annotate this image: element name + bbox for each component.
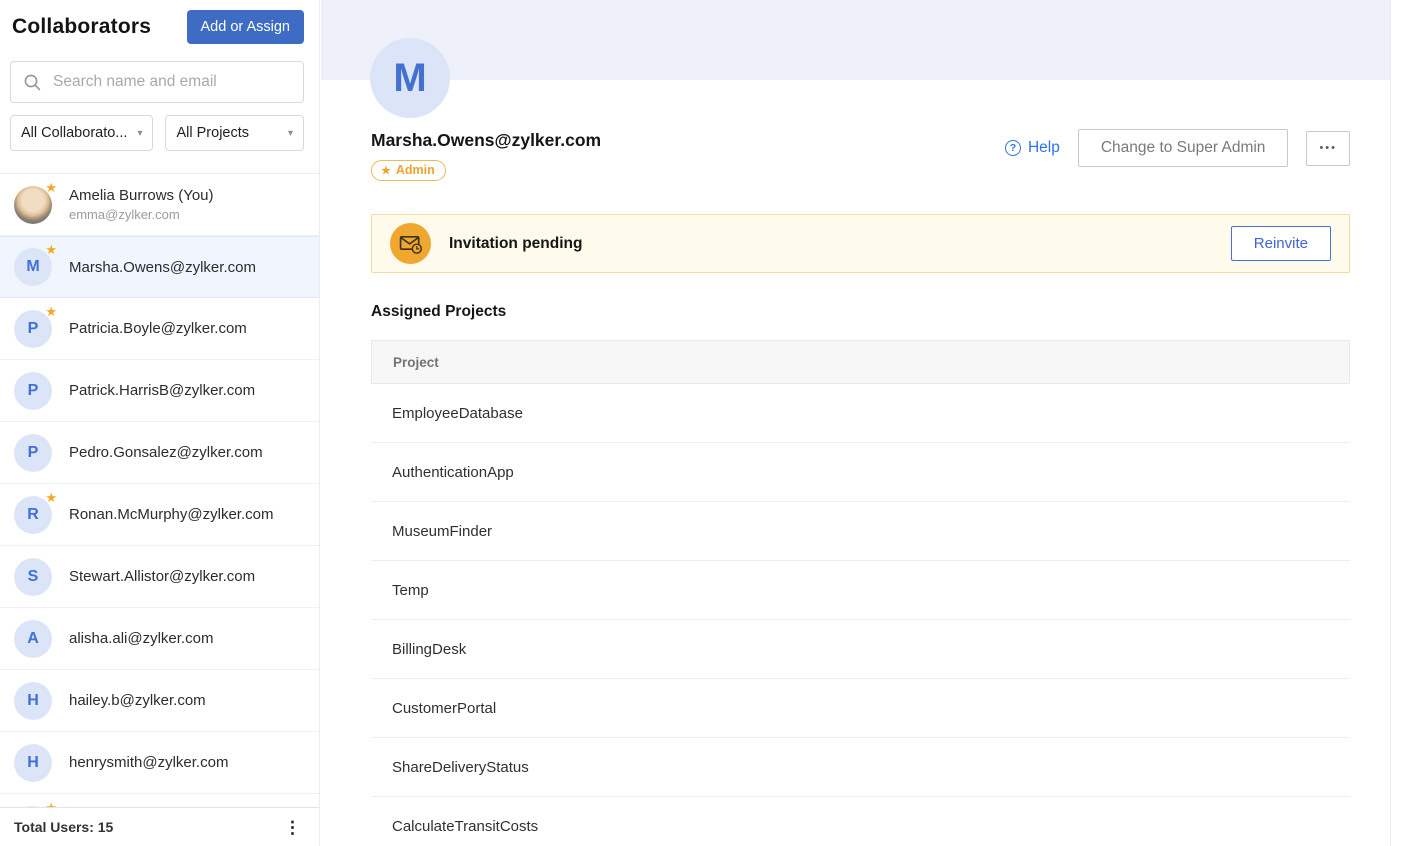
user-name: Ronan.McMurphy@zylker.com [69,506,273,523]
admin-badge-label: Admin [396,163,435,177]
admin-badge: ★ Admin [371,160,446,181]
search-icon [23,73,41,91]
project-row[interactable]: BillingDesk [371,620,1350,679]
avatar-initial: A [27,630,39,648]
avatar-initial: P [28,444,39,462]
user-name: Pedro.Gonsalez@zylker.com [69,444,263,461]
collaborator-filter-dropdown[interactable]: All Collaborato... ▾ [10,115,153,151]
help-icon: ? [1005,140,1021,156]
collaborator-list-item[interactable]: R ★ Ronan.McMurphy@zylker.com [0,484,319,546]
page-title: Collaborators [12,15,151,39]
detail-header: Marsha.Owens@zylker.com ★ Admin [371,130,601,181]
avatar: P ★ [14,372,52,410]
user-name: Amelia Burrows (You) [69,187,214,204]
project-row[interactable]: EmployeeDatabase [371,384,1350,443]
header-band [321,0,1390,80]
collaborator-list-item[interactable]: H ★ henrysmith@zylker.com [0,732,319,794]
collaborator-list-item[interactable]: A ★ alisha.ali@zylker.com [0,608,319,670]
reinvite-button[interactable]: Reinvite [1231,226,1331,261]
project-row[interactable]: MuseumFinder [371,502,1350,561]
star-icon: ★ [381,164,391,177]
collaborator-list-item[interactable]: M ★ Marsha.Owens@zylker.com [0,236,319,298]
avatar-initial: H [27,754,39,772]
sidebar-header: Collaborators Add or Assign [0,0,319,44]
star-icon: ★ [45,304,57,320]
star-icon: ★ [45,180,57,196]
collaborators-sidebar: Collaborators Add or Assign All Collabor… [0,0,320,846]
right-gutter [1390,0,1402,846]
collaborator-list-item[interactable]: H ★ hailey.b@zylker.com [0,670,319,732]
add-or-assign-button[interactable]: Add or Assign [187,10,304,44]
project-row[interactable]: Temp [371,561,1350,620]
detail-actions: ? Help Change to Super Admin ••• [1005,128,1350,168]
avatar: P ★ [14,310,52,348]
avatar: H ★ [14,744,52,782]
avatar: ★ [14,186,52,224]
assigned-projects-heading: Assigned Projects [371,303,506,321]
collaborator-list-item[interactable]: P ★ Patrick.HarrisB@zylker.com [0,360,319,422]
avatar: A ★ [14,620,52,658]
ellipsis-icon: ••• [1319,142,1337,154]
user-name: Patrick.HarrisB@zylker.com [69,382,255,399]
project-column-header: Project [371,340,1350,384]
chevron-down-icon: ▾ [137,128,142,139]
avatar-initial: S [28,568,39,586]
search-input[interactable] [51,72,291,92]
avatar: M ★ [14,248,52,286]
star-icon: ★ [45,490,57,506]
user-name: henrysmith@zylker.com [69,754,228,771]
collaborator-filter-value: All Collaborato... [21,125,127,141]
collaborator-list-item[interactable]: P ★ Pedro.Gonsalez@zylker.com [0,422,319,484]
star-icon: ★ [45,800,57,808]
chevron-down-icon: ▾ [288,128,293,139]
avatar-initial: P [28,320,39,338]
project-rows: EmployeeDatabase AuthenticationApp Museu… [371,384,1350,846]
user-name: Stewart.Allistor@zylker.com [69,568,255,585]
avatar: R ★ [14,496,52,534]
collaborator-email-title: Marsha.Owens@zylker.com [371,130,601,151]
project-row[interactable]: CalculateTransitCosts [371,797,1350,846]
sidebar-footer: Total Users: 15 ⋮ [0,807,319,846]
project-filter-value: All Projects [176,125,249,141]
avatar: P ★ [14,434,52,472]
avatar-initial: P [28,382,39,400]
user-name: hailey.b@zylker.com [69,692,206,709]
user-name: alisha.ali@zylker.com [69,630,213,647]
avatar-initial: R [27,506,39,524]
help-link[interactable]: ? Help [1005,139,1060,157]
collaborator-list: ★ Amelia Burrows (You) emma@zylker.com M… [0,173,319,807]
mail-pending-icon [390,223,431,264]
avatar: S ★ [14,558,52,596]
project-filter-dropdown[interactable]: All Projects ▾ [165,115,304,151]
change-to-super-admin-button[interactable]: Change to Super Admin [1078,129,1289,167]
filter-bar: All Collaborato... ▾ All Projects ▾ [10,115,304,151]
collaborator-list-item[interactable]: P ★ Patricia.Boyle@zylker.com [0,298,319,360]
collaborator-list-item[interactable]: S ★ Stewart.Allistor@zylker.com [0,546,319,608]
project-row[interactable]: ShareDeliveryStatus [371,738,1350,797]
search-box[interactable] [10,61,304,103]
collaborator-list-item[interactable]: M ★ Marsha.O [0,794,319,807]
avatar-initial: H [27,692,39,710]
profile-avatar: M [370,38,450,118]
collaborator-detail-panel: M Marsha.Owens@zylker.com ★ Admin ? Help… [321,0,1390,846]
help-label: Help [1028,139,1060,157]
assigned-projects-table: Project EmployeeDatabase AuthenticationA… [371,340,1350,846]
user-name: Patricia.Boyle@zylker.com [69,320,247,337]
collaborator-list-item[interactable]: ★ Amelia Burrows (You) emma@zylker.com [0,174,319,236]
user-email: emma@zylker.com [69,207,214,222]
invitation-pending-banner: Invitation pending Reinvite [371,214,1350,273]
avatar: H ★ [14,682,52,720]
kebab-menu-icon[interactable]: ⋮ [284,819,301,836]
project-row[interactable]: CustomerPortal [371,679,1350,738]
project-row[interactable]: AuthenticationApp [371,443,1350,502]
more-options-button[interactable]: ••• [1306,131,1350,166]
star-icon: ★ [45,242,57,258]
banner-text: Invitation pending [449,235,582,253]
avatar-initial: M [26,258,39,276]
profile-avatar-initial: M [393,56,426,101]
user-name: Marsha.Owens@zylker.com [69,259,256,276]
total-users-label: Total Users: 15 [14,819,113,835]
